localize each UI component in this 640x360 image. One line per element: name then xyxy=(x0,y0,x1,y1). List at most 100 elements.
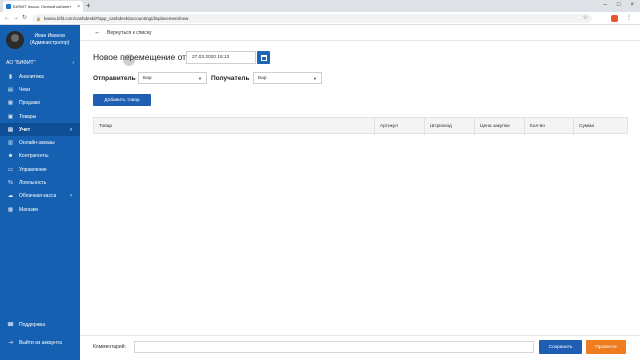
maximize-button[interactable]: □ xyxy=(617,0,621,11)
sidebar-item-label: Магазин xyxy=(19,206,39,213)
close-window-button[interactable]: × xyxy=(630,0,634,11)
mouse-cursor-highlight xyxy=(123,54,135,66)
sidebar-menu: ▮ Аналитика ▤ Чеки ▦ Продажи ▣ Товары ▤ Учет ›… xyxy=(0,70,80,216)
sidebar-item-label: Лояльность xyxy=(19,180,47,187)
browser-menu-icon[interactable]: ⋮ xyxy=(626,14,632,23)
column-header[interactable]: Цена закупки xyxy=(474,118,524,135)
user-role: (Администратор) xyxy=(30,40,70,46)
main-content: ← Вернуться к списку Новое перемещение о… xyxy=(80,25,640,360)
sender-label: Отправитель xyxy=(93,75,136,82)
sidebar-item-label: Продажи xyxy=(19,100,40,107)
sales-icon: ▦ xyxy=(7,100,14,107)
forward-arrow-icon[interactable]: → xyxy=(13,14,19,23)
add-item-button[interactable]: Добавить товар xyxy=(93,94,151,106)
caret-down-icon: ▼ xyxy=(198,75,202,81)
goods-icon: ▣ xyxy=(7,113,14,120)
bookmark-star-icon[interactable]: ☆ xyxy=(583,14,588,23)
logout-button[interactable]: ⇥ Выйти из аккаунта xyxy=(0,336,80,349)
loyalty-icon: % xyxy=(8,180,13,187)
caret-down-icon: ▼ xyxy=(313,75,317,81)
arrow-left-icon: ← xyxy=(94,29,101,36)
sidebar-item-label: Учет xyxy=(19,126,31,133)
org-selector[interactable]: АО "БИФИТ" › xyxy=(0,58,80,67)
favicon-icon xyxy=(6,4,11,9)
post-button[interactable]: Провести xyxy=(586,340,626,354)
date-input[interactable]: 27.03.2020 15:13 xyxy=(186,51,256,64)
sidebar-item-cloud-cashdesk[interactable]: ☁ Облачная касса › xyxy=(0,190,80,203)
browser-tabbar: БИФИТ Касса. Личный кабинет × + – □ × xyxy=(0,0,640,12)
calendar-button[interactable] xyxy=(257,51,270,64)
sidebar-item-store[interactable]: ▩ Магазин xyxy=(0,203,80,216)
receiver-value: Бар xyxy=(258,75,267,81)
org-name: АО "БИФИТ" xyxy=(6,59,36,66)
sidebar-item-label: Товары xyxy=(19,113,37,120)
accounting-icon: ▤ xyxy=(7,126,14,133)
receiver-select[interactable]: Бар ▼ xyxy=(253,72,322,84)
url-text: kassa.bifit.com/cashdesk/#/app_cashdesk/… xyxy=(43,16,189,21)
comment-input[interactable] xyxy=(134,341,534,353)
save-button[interactable]: Сохранить xyxy=(539,340,582,354)
page-title: Новое перемещение от xyxy=(93,52,187,62)
sidebar-item-contractors[interactable]: ☻ Контрагенты xyxy=(0,150,80,163)
contractors-icon: ☻ xyxy=(7,153,14,160)
sidebar: Иван Иванов (Администратор) АО "БИФИТ" ›… xyxy=(0,25,80,360)
sidebar-item-sales[interactable]: ▦ Продажи xyxy=(0,97,80,110)
minimize-button[interactable]: – xyxy=(604,0,607,11)
online-orders-icon: ▥ xyxy=(7,140,14,147)
extension-icon[interactable] xyxy=(611,15,618,22)
back-label: Вернуться к списку xyxy=(107,29,152,36)
back-arrow-icon[interactable]: ← xyxy=(4,14,10,23)
sidebar-item-receipts[interactable]: ▤ Чеки xyxy=(0,83,80,96)
items-table-header: Товар Артикул Штрихкод Цена закупки Кол-… xyxy=(93,117,628,135)
store-icon: ▩ xyxy=(7,206,14,213)
support-label: Поддержка xyxy=(19,321,46,328)
user-profile[interactable]: Иван Иванов (Администратор) xyxy=(0,25,80,55)
logout-label: Выйти из аккаунта xyxy=(19,339,62,346)
column-header[interactable]: Штрихкод xyxy=(424,118,474,135)
chevron-right-icon: › xyxy=(70,193,72,200)
receiver-label: Получатель xyxy=(211,75,250,82)
sidebar-item-online-orders[interactable]: ▥ Онлайн-заказы xyxy=(0,136,80,149)
user-name-line1: Иван Иванов xyxy=(34,33,65,39)
lock-icon: 🔒 xyxy=(36,16,41,21)
receipt-icon: ▤ xyxy=(7,86,14,93)
sidebar-item-label: Аналитика xyxy=(19,73,44,80)
sender-select[interactable]: Бар ▼ xyxy=(138,72,207,84)
phone-icon: ☎ xyxy=(7,321,14,328)
calendar-icon xyxy=(260,54,267,61)
sidebar-item-label: Управление xyxy=(19,166,47,173)
sidebar-item-goods[interactable]: ▣ Товары xyxy=(0,110,80,123)
reload-icon[interactable]: ↻ xyxy=(22,14,27,23)
sidebar-item-label: Контрагенты xyxy=(19,153,49,160)
address-bar[interactable]: 🔒 kassa.bifit.com/cashdesk/#/app_cashdes… xyxy=(32,14,592,23)
close-tab-icon[interactable]: × xyxy=(77,4,80,10)
column-header[interactable]: Артикул xyxy=(374,118,424,135)
column-header[interactable]: Сумма xyxy=(573,118,627,135)
sidebar-item-analytics[interactable]: ▮ Аналитика xyxy=(0,70,80,83)
management-icon: ▭ xyxy=(7,166,14,173)
comment-label: Комментарий: xyxy=(93,344,126,350)
new-tab-button[interactable]: + xyxy=(86,1,91,11)
avatar xyxy=(6,31,24,49)
sidebar-item-label: Облачная касса xyxy=(19,193,57,200)
browser-tab-title: БИФИТ Касса. Личный кабинет xyxy=(13,4,72,9)
sidebar-item-management[interactable]: ▭ Управление xyxy=(0,163,80,176)
back-to-list-link[interactable]: ← Вернуться к списку xyxy=(80,25,640,41)
browser-tab[interactable]: БИФИТ Касса. Личный кабинет × xyxy=(3,1,83,12)
chart-icon: ▮ xyxy=(8,73,13,80)
sidebar-item-loyalty[interactable]: % Лояльность xyxy=(0,176,80,189)
browser-toolbar: ← → ↻ 🔒 kassa.bifit.com/cashdesk/#/app_c… xyxy=(0,12,640,25)
chevron-right-icon: › xyxy=(70,126,72,133)
window-controls: – □ × xyxy=(604,0,638,11)
sidebar-item-accounting[interactable]: ▤ Учет › xyxy=(0,123,80,137)
column-header[interactable]: Кол-во xyxy=(524,118,573,135)
sidebar-item-label: Онлайн-заказы xyxy=(19,140,55,147)
sidebar-item-support[interactable]: ☎ Поддержка xyxy=(0,318,80,331)
chevron-right-icon: › xyxy=(72,59,74,66)
sender-value: Бар xyxy=(143,75,152,81)
logout-icon: ⇥ xyxy=(8,339,13,346)
sidebar-item-label: Чеки xyxy=(19,86,31,93)
cloud-cashdesk-icon: ☁ xyxy=(7,193,14,200)
column-header[interactable]: Товар xyxy=(94,118,374,135)
user-name: Иван Иванов (Администратор) xyxy=(30,33,69,47)
